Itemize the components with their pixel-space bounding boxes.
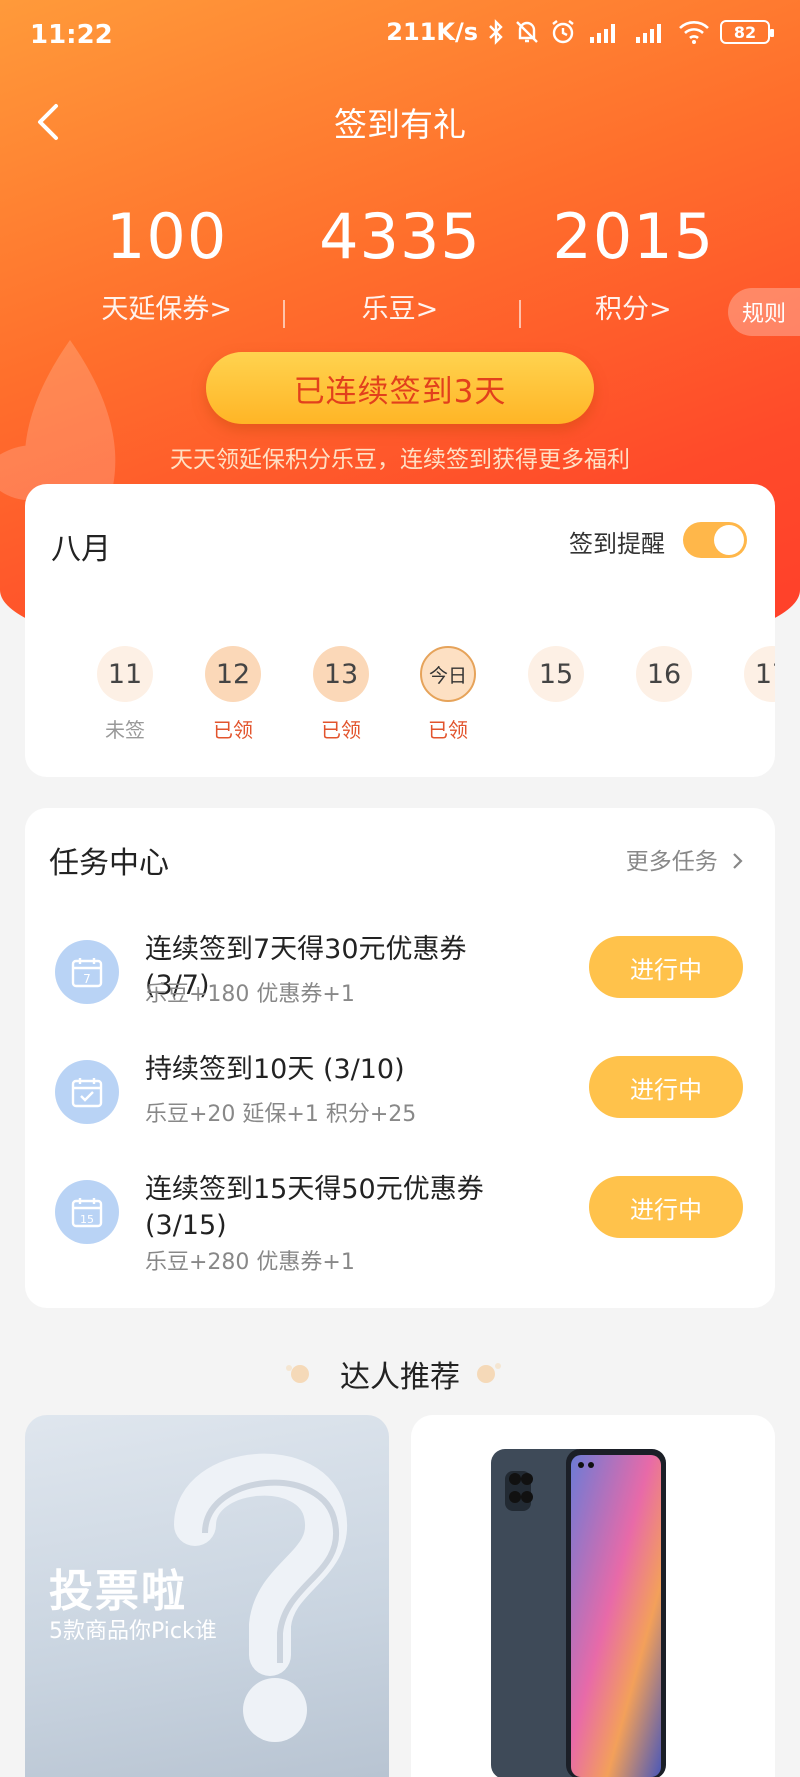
task-in-progress-button[interactable]: 进行中	[589, 1176, 743, 1238]
status-icons: 211K/s 82	[386, 18, 774, 46]
phone-recommend-card[interactable]	[411, 1415, 775, 1777]
reminder-label: 签到提醒	[569, 530, 665, 558]
more-tasks-label: 更多任务	[625, 849, 718, 875]
stat-value: 100	[105, 200, 228, 273]
stat-label: 天延保券>	[101, 294, 232, 325]
stats-row: 100 天延保券> 4335 乐豆> 2015 积分>	[50, 200, 750, 326]
day-item[interactable]: 17	[740, 646, 775, 714]
rules-button[interactable]: 规则	[728, 288, 800, 336]
vote-recommend-card[interactable]: 投票啦 5款商品你Pick谁	[25, 1415, 389, 1777]
month-label: 八月	[51, 532, 111, 567]
calendar-15-icon: 15	[55, 1180, 119, 1244]
muted-bell-icon	[516, 21, 538, 43]
day-circle: 15	[528, 646, 584, 702]
stat-value: 2015	[552, 200, 715, 273]
more-tasks-link[interactable]: 更多任务	[626, 842, 745, 876]
task-reward: 乐豆+20 延保+1 积分+25	[145, 1102, 417, 1127]
task-reward: 乐豆+280 优惠券+1	[145, 1250, 355, 1275]
stat-points[interactable]: 2015 积分>	[523, 200, 743, 326]
day-status: 已领	[428, 718, 468, 742]
calendar-check-icon	[55, 1060, 119, 1124]
stat-divider	[283, 300, 285, 328]
stat-label: 积分>	[595, 294, 672, 325]
reminder-toggle[interactable]	[683, 522, 747, 558]
checkin-subtitle: 天天领延保积分乐豆，连续签到获得更多福利	[170, 447, 630, 473]
bluetooth-icon	[489, 19, 503, 45]
stat-extended-warranty[interactable]: 100 天延保券>	[57, 200, 277, 326]
bubble-decoration-icon	[477, 1363, 501, 1383]
svg-text:7: 7	[83, 972, 91, 986]
wifi-icon	[679, 21, 709, 44]
day-circle: 12	[205, 646, 261, 702]
calendar-7-icon: 7	[55, 940, 119, 1004]
stat-ledou[interactable]: 4335 乐豆>	[290, 200, 510, 326]
page-title: 签到有礼	[334, 105, 466, 144]
day-strip[interactable]: 11 未签 12 已领 13 已领 今日 已领 15 16 17	[59, 646, 775, 756]
toggle-knob	[714, 525, 744, 555]
vote-subtitle: 5款商品你Pick谁	[49, 1619, 217, 1644]
task-reward: 乐豆+180 优惠券+1	[145, 982, 355, 1007]
day-circle: 17	[744, 646, 775, 702]
day-circle: 11	[97, 646, 153, 702]
signal-hd-icon-2	[636, 24, 661, 43]
status-bar: 11:22 211K/s 82	[0, 0, 800, 70]
task-name: 持续签到10天 (3/10)	[145, 1054, 405, 1085]
day-item-today[interactable]: 今日 已领	[416, 646, 480, 743]
day-item[interactable]: 11 未签	[93, 646, 157, 743]
recommend-title: 达人推荐	[340, 1360, 460, 1395]
day-item[interactable]: 13 已领	[309, 646, 373, 743]
svg-text:15: 15	[80, 1213, 94, 1226]
stat-label: 乐豆>	[361, 294, 439, 325]
day-item[interactable]: 16	[632, 646, 696, 714]
day-circle: 16	[636, 646, 692, 702]
status-time: 11:22	[30, 20, 113, 50]
vote-title: 投票啦	[49, 1566, 187, 1617]
day-item[interactable]: 12 已领	[201, 646, 265, 743]
day-circle: 13	[313, 646, 369, 702]
task-in-progress-button[interactable]: 进行中	[589, 936, 743, 998]
chevron-right-icon	[733, 853, 743, 869]
signal-hd-icon	[590, 24, 615, 43]
day-status: 已领	[321, 718, 361, 742]
smartphone-product-image	[491, 1449, 666, 1777]
stat-divider	[519, 300, 521, 328]
alarm-icon	[552, 20, 574, 44]
day-status: 未签	[105, 718, 145, 742]
network-speed: 211K/s	[386, 18, 478, 46]
calendar-card: 八月 签到提醒 11 未签 12 已领 13 已领 今日 已领 15 16 17	[25, 484, 775, 777]
stat-value: 4335	[319, 200, 481, 273]
day-item[interactable]: 15	[524, 646, 588, 714]
checkin-button[interactable]: 已连续签到3天	[206, 352, 594, 424]
task-center-title: 任务中心	[49, 846, 169, 881]
task-center-card: 任务中心 更多任务 7 连续签到7天得30元优惠券 (3/7) 乐豆+180 优…	[25, 808, 775, 1308]
battery-icon: 82	[720, 20, 774, 44]
day-circle: 今日	[420, 646, 476, 702]
day-status: 已领	[213, 718, 253, 742]
task-name: 连续签到15天得50元优惠券 (3/15)	[145, 1174, 484, 1241]
task-in-progress-button[interactable]: 进行中	[589, 1056, 743, 1118]
